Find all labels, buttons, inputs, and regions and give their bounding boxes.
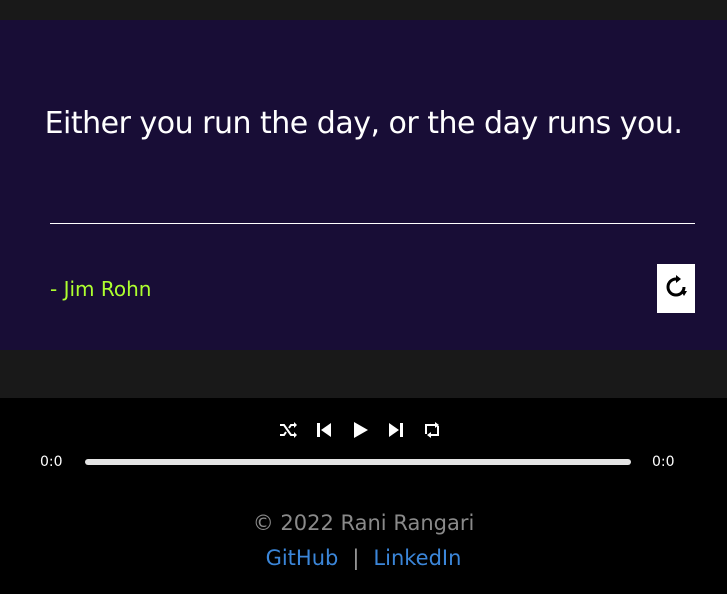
shuffle-icon xyxy=(278,420,298,444)
skip-previous-icon xyxy=(315,421,333,443)
refresh-icon xyxy=(663,274,689,304)
repeat-icon xyxy=(422,420,442,444)
play-button[interactable] xyxy=(348,420,372,444)
progress-bar[interactable] xyxy=(85,459,631,465)
github-link[interactable]: GitHub xyxy=(266,546,339,570)
new-quote-button[interactable] xyxy=(657,264,695,313)
previous-button[interactable] xyxy=(312,420,336,444)
quote-text: Either you run the day, or the day runs … xyxy=(44,106,683,141)
player-controls xyxy=(276,420,444,444)
current-time: 0:0 xyxy=(40,454,63,470)
section-gap xyxy=(0,350,727,398)
skip-next-icon xyxy=(387,421,405,443)
top-bar xyxy=(0,0,727,20)
shuffle-button[interactable] xyxy=(276,420,300,444)
quote-divider xyxy=(50,223,695,224)
footer-copyright: © 2022 Rani Rangari xyxy=(252,511,475,535)
play-icon xyxy=(351,421,369,443)
repeat-button[interactable] xyxy=(420,420,444,444)
next-button[interactable] xyxy=(384,420,408,444)
duration-time: 0:0 xyxy=(652,454,675,470)
footer-links: GitHub | LinkedIn xyxy=(0,544,727,572)
footer-separator: | xyxy=(352,546,360,570)
quote-author: - Jim Rohn xyxy=(50,277,152,301)
music-player: 0:0 0:0 © 2022 Rani Rangari GitHub | Linke… xyxy=(0,398,727,594)
quote-card: Either you run the day, or the day runs … xyxy=(0,20,727,350)
linkedin-link[interactable]: LinkedIn xyxy=(373,546,461,570)
